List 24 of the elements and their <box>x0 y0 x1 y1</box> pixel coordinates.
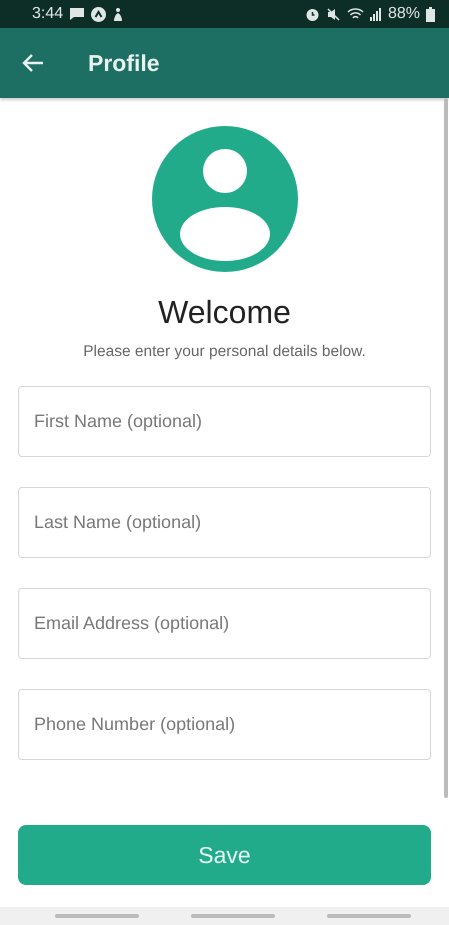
avatar-icon <box>152 126 298 272</box>
input-field[interactable]: Email Address (optional) <box>18 588 431 659</box>
muted-speaker-icon <box>326 6 341 22</box>
save-button[interactable]: Save <box>18 825 431 885</box>
battery-icon <box>426 6 435 22</box>
instruction-text: Please enter your personal details below. <box>83 343 366 361</box>
input-field[interactable]: Last Name (optional) <box>18 487 431 558</box>
screen-title: Profile <box>88 50 160 76</box>
alarm-clock-icon <box>304 6 320 22</box>
circle-caret-icon <box>91 6 106 22</box>
wifi-icon <box>346 7 364 21</box>
nav-handle[interactable] <box>191 914 275 918</box>
welcome-heading: Welcome <box>158 294 291 331</box>
chat-bubble-icon <box>69 7 86 21</box>
back-arrow-icon <box>22 54 44 72</box>
input-field[interactable]: Phone Number (optional) <box>18 689 431 760</box>
back-button[interactable] <box>22 54 44 72</box>
nav-handle[interactable] <box>327 914 411 918</box>
figure-icon <box>112 6 124 22</box>
nav-handle[interactable] <box>55 914 139 918</box>
clock-time: 3:44 <box>32 5 64 23</box>
input-field[interactable]: First Name (optional) <box>18 386 431 457</box>
battery-percent: 88% <box>388 5 420 23</box>
signal-icon <box>370 7 382 21</box>
